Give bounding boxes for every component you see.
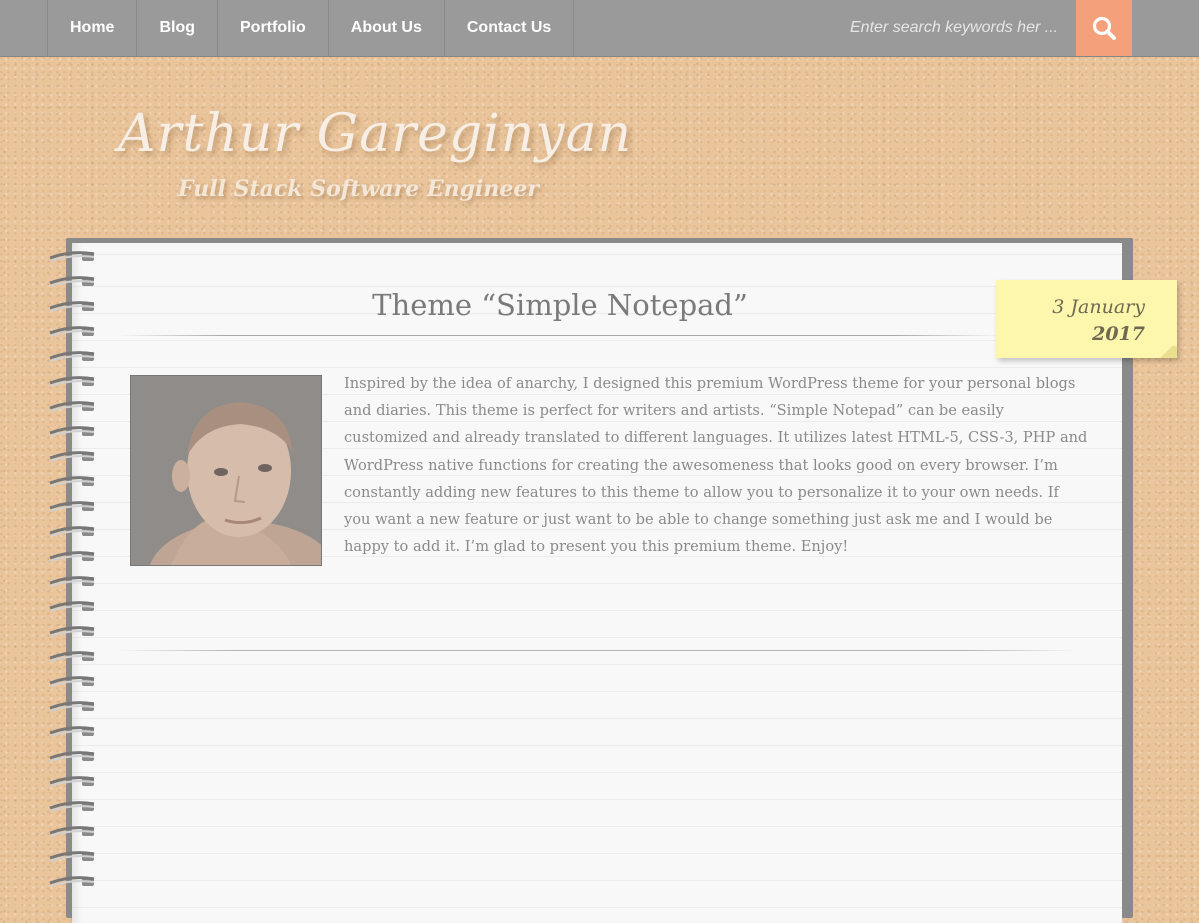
spiral-ring bbox=[49, 701, 95, 712]
spiral-ring bbox=[49, 526, 95, 537]
nav-item-about-us[interactable]: About Us bbox=[327, 0, 444, 56]
title-divider bbox=[118, 335, 1002, 336]
spiral-ring bbox=[49, 551, 95, 562]
spiral-ring bbox=[49, 751, 95, 762]
spiral-ring bbox=[49, 501, 95, 512]
spiral-binding bbox=[49, 251, 95, 887]
post-content: Inspired by the idea of anarchy, I desig… bbox=[344, 375, 1088, 556]
spiral-ring bbox=[49, 651, 95, 662]
post-date-year: 2017 bbox=[1092, 323, 1145, 345]
site-tagline: Full Stack Software Engineer bbox=[178, 176, 539, 202]
date-sticky-note: 3 January 2017 bbox=[996, 280, 1177, 358]
post-date-day-month: 3 January bbox=[1052, 296, 1145, 318]
post-featured-image[interactable] bbox=[130, 375, 322, 566]
spiral-ring bbox=[49, 351, 95, 362]
spiral-ring bbox=[49, 851, 95, 862]
nav-item-blog[interactable]: Blog bbox=[136, 0, 217, 56]
spiral-ring bbox=[49, 826, 95, 837]
spiral-ring bbox=[49, 426, 95, 437]
nav-item-portfolio[interactable]: Portfolio bbox=[217, 0, 328, 56]
notebook-page bbox=[72, 243, 1122, 923]
spiral-ring bbox=[49, 251, 95, 262]
post-title[interactable]: Theme “Simple Notepad” bbox=[118, 288, 1002, 322]
search-icon bbox=[1092, 16, 1116, 40]
spiral-ring bbox=[49, 576, 95, 587]
spiral-ring bbox=[49, 401, 95, 412]
spiral-ring bbox=[49, 376, 95, 387]
main-menu: Home Blog Portfolio About Us Contact Us bbox=[47, 0, 575, 56]
top-navigation-bar: Home Blog Portfolio About Us Contact Us bbox=[0, 0, 1199, 57]
portrait-photo bbox=[131, 376, 321, 565]
search-button[interactable] bbox=[1076, 0, 1132, 56]
post-footer-divider bbox=[118, 650, 1078, 651]
spiral-ring bbox=[49, 776, 95, 787]
spiral-ring bbox=[49, 801, 95, 812]
spiral-ring bbox=[49, 451, 95, 462]
note-curl bbox=[1155, 346, 1177, 358]
site-title[interactable]: Arthur Gareginyan bbox=[118, 104, 632, 164]
spiral-ring bbox=[49, 276, 95, 287]
spiral-ring bbox=[49, 726, 95, 737]
spiral-ring bbox=[49, 601, 95, 612]
nav-item-contact-us[interactable]: Contact Us bbox=[443, 0, 575, 56]
spiral-ring bbox=[49, 476, 95, 487]
spiral-ring bbox=[49, 876, 95, 887]
spiral-ring bbox=[49, 301, 95, 312]
spiral-ring bbox=[49, 326, 95, 337]
nav-item-home[interactable]: Home bbox=[47, 0, 136, 56]
spiral-ring bbox=[49, 676, 95, 687]
search-input[interactable] bbox=[830, 0, 1074, 56]
spiral-ring bbox=[49, 626, 95, 637]
